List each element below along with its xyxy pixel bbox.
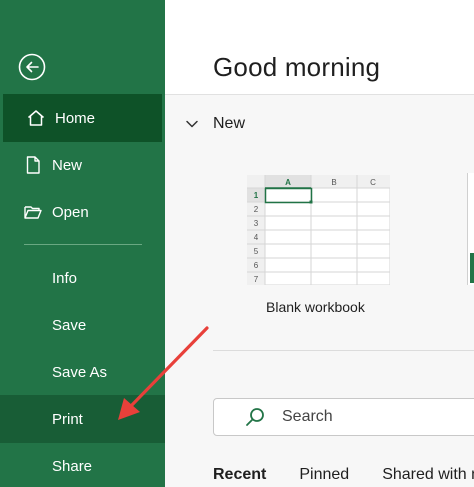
sidebar-item-label: Save [52,316,87,334]
sidebar-item-new[interactable]: New [0,141,165,189]
search-icon [244,406,266,428]
excel-backstage-window: Home New Open Info Save Save As Print Sh… [0,0,474,487]
page-title: Good morning [213,52,381,82]
sidebar-divider [24,244,142,245]
row-label: 1 [254,191,259,200]
row-label: 4 [254,233,259,242]
folder-open-icon [22,201,44,223]
row-label: 5 [254,247,259,256]
tab-shared-with-me[interactable]: Shared with me [382,466,474,484]
sidebar-item-label: New [52,156,83,174]
column-label: A [285,178,291,187]
sidebar-item-home[interactable]: Home [3,94,162,142]
column-label: B [331,178,336,187]
next-template-thumb[interactable] [467,173,474,285]
sidebar-item-label: Share [52,457,93,475]
back-arrow-icon[interactable] [18,53,46,81]
row-label: 3 [254,219,259,228]
search-box[interactable] [213,398,474,436]
section-divider [213,350,474,351]
blank-workbook-template[interactable]: A B C 1 2 3 4 5 6 7 [246,174,391,286]
column-label: C [370,178,376,187]
search-input[interactable] [280,407,464,427]
chevron-down-icon [185,117,199,131]
sidebar-item-label: Save As [52,363,108,381]
new-section-title: New [213,115,246,132]
sidebar-item-share[interactable]: Share [0,442,165,487]
tab-recent[interactable]: Recent [213,466,266,484]
home-content: New A B C 1 2 3 4 5 6 7 Blank workbook S… [165,95,474,487]
greeting-bar: Good morning [165,0,474,95]
sidebar-item-label: Print [52,410,83,428]
backstage-sidebar: Home New Open Info Save Save As Print Sh… [0,0,165,487]
new-section-toggle[interactable]: New [185,115,245,133]
sidebar-item-save[interactable]: Save [0,301,165,349]
new-file-icon [22,154,44,176]
home-icon [25,107,47,129]
sidebar-item-save-as[interactable]: Save As [0,348,165,396]
sidebar-item-print[interactable]: Print [0,395,165,443]
row-label: 7 [254,275,259,284]
sidebar-item-label: Home [55,109,96,127]
sidebar-item-open[interactable]: Open [0,188,165,236]
row-label: 6 [254,261,259,270]
file-tabs: Recent Pinned Shared with me [213,466,474,484]
row-label: 2 [254,205,259,214]
tab-pinned[interactable]: Pinned [299,466,349,484]
sidebar-item-label: Open [52,203,89,221]
template-label: Blank workbook [266,299,365,315]
backstage-main: Good morning New A B C 1 2 3 4 5 6 7 Bla… [165,0,474,487]
sidebar-item-info[interactable]: Info [0,254,165,302]
sidebar-item-label: Info [52,269,78,287]
